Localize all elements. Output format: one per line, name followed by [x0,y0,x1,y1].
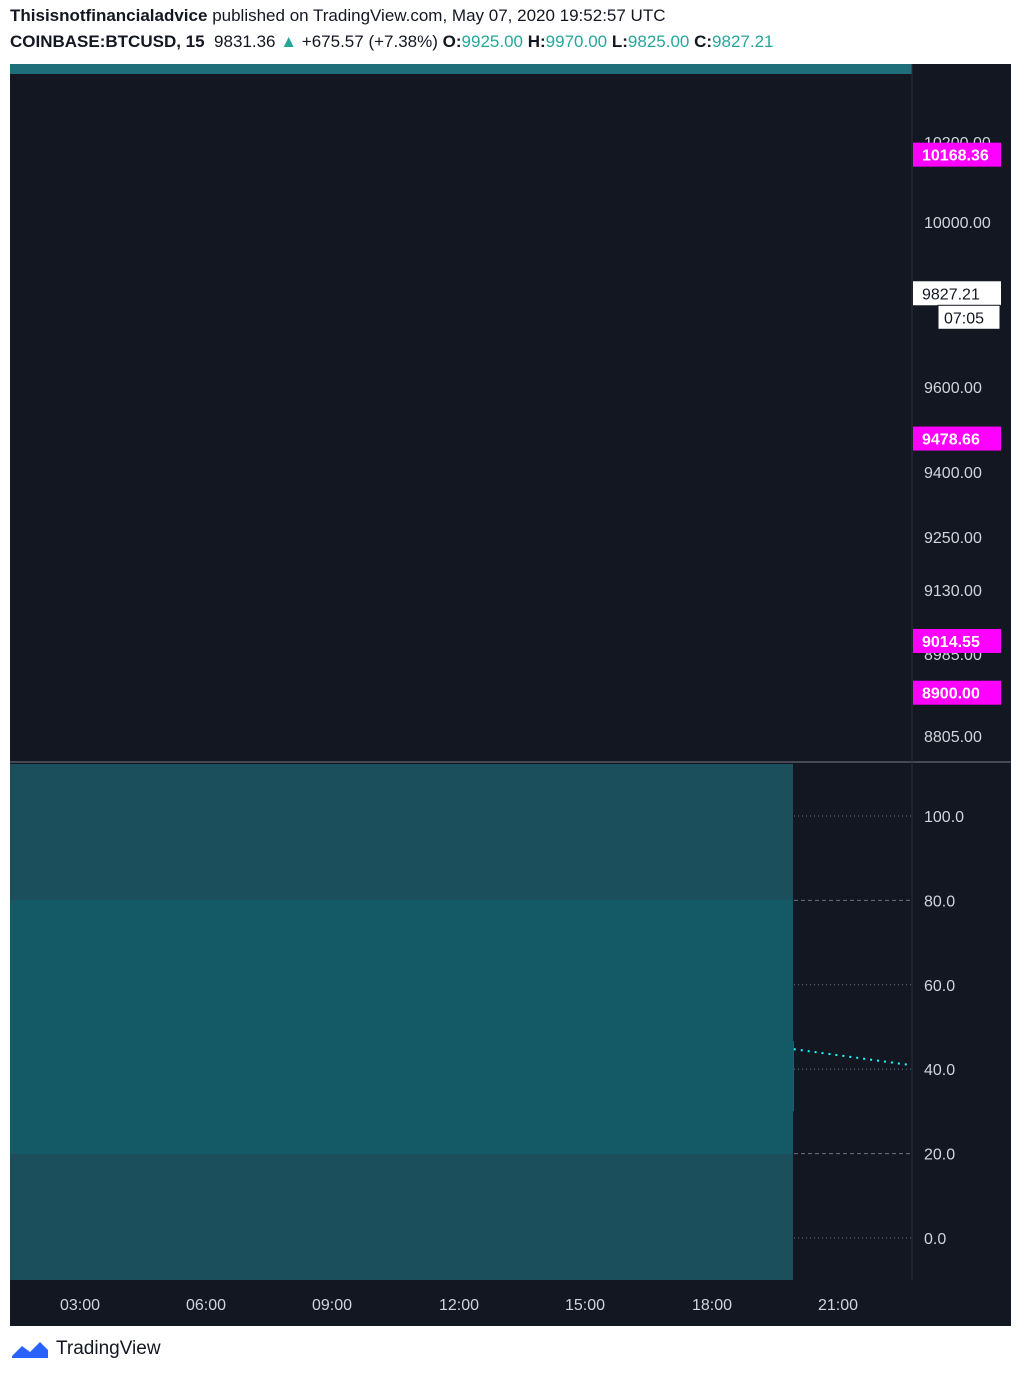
price-tag-label: 10168.36 [922,148,989,165]
time-axis: 03:00 06:00 09:00 12:00 15:00 18:00 21:00 [60,1297,858,1314]
time-tick-label: 09:00 [312,1297,352,1314]
osc-tick-label: 0.0 [924,1231,946,1248]
price-tick-label: 10000.00 [924,215,991,232]
osc-tick-label: 40.0 [924,1062,955,1079]
price-tag-label: 9478.66 [922,432,980,449]
price-tick-label: 9400.00 [924,465,982,482]
price-tick-label: 9130.00 [924,583,982,600]
brand-label: TradingView [56,1338,161,1359]
tradingview-brand[interactable]: TradingView [10,1338,161,1360]
countdown-label: 07:05 [944,310,984,327]
symbol-line: COINBASE:BTCUSD, 15 9831.36 ▲ +675.57 (+… [10,32,774,52]
osc-tick-label: 60.0 [924,978,955,995]
low-label: L: [611,32,628,51]
time-tick-label: 03:00 [60,1297,100,1314]
symbol-label: COINBASE:BTCUSD, 15 [10,32,205,51]
osc-tick-label: 100.0 [924,809,964,826]
publish-line: Thisisnotfinancialadvice published on Tr… [10,6,666,26]
low-value: 9825.00 [627,32,690,51]
oscillator-mid-zone [10,900,793,1154]
price-axis: 10200.0010000.009600.009400.009250.00913… [913,135,1001,746]
time-tick-label: 06:00 [186,1297,226,1314]
chart-panel[interactable]: 0.875(9867.21)0.75(9953.26)x 100.080.060… [10,64,1011,1326]
open-value: 9925.00 [461,32,523,51]
price-tick-label: 9250.00 [924,530,982,547]
high-label: H: [527,32,546,51]
time-tick-label: 21:00 [818,1297,858,1314]
price-tick-label: 8805.00 [924,729,982,746]
open-label: O: [442,32,462,51]
current-price-label: 9827.21 [922,286,980,303]
time-tick-label: 12:00 [439,1297,479,1314]
tradingview-logo-icon [12,1342,48,1358]
chart-canvas[interactable]: 0.875(9867.21)0.75(9953.26)x 100.080.060… [10,64,1011,1326]
author-name[interactable]: Thisisnotfinancialadvice [10,6,207,25]
time-tick-label: 18:00 [692,1297,732,1314]
top-strip [10,64,912,74]
close-label: C: [694,32,713,51]
time-tick-label: 15:00 [565,1297,605,1314]
price-pane-bg [10,64,912,762]
close-value: 9827.21 [712,32,774,51]
price-tag-label: 8900.00 [922,686,980,703]
osc-tick-label: 20.0 [924,1147,955,1164]
price-tick-label: 9600.00 [924,380,982,397]
up-arrow-icon: ▲ [280,32,298,51]
osc-tick-label: 80.0 [924,893,955,910]
price-tag-label: 9014.55 [922,634,980,651]
last-price: 9831.36 [214,32,276,51]
price-change: +675.57 (+7.38%) [301,32,438,51]
high-value: 9970.00 [545,32,608,51]
publish-info: published on TradingView.com, May 07, 20… [212,6,666,25]
